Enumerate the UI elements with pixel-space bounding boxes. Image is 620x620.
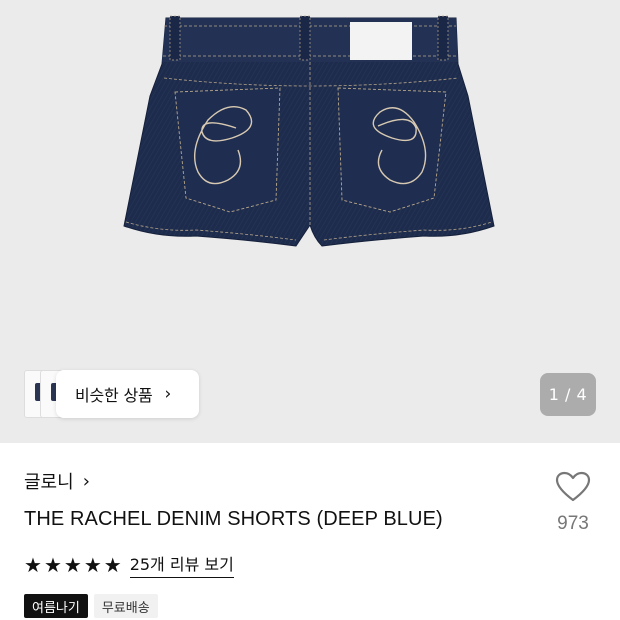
star-icon: ★ [24, 552, 42, 577]
brand-name: 글로니 [24, 472, 74, 493]
similar-products-label: 비슷한 상품 [75, 386, 153, 405]
brand-link[interactable]: 글로니 › [24, 468, 90, 494]
star-icon: ★ [43, 552, 62, 577]
product-tags: 여름나기 무료배송 [24, 594, 158, 618]
like-count: 973 [557, 513, 589, 534]
star-icon: ★ [83, 552, 102, 577]
chevron-right-icon: › [82, 470, 90, 492]
star-rating: ★ ★ ★ ★ ★ [24, 555, 122, 575]
star-icon: ★ [63, 552, 82, 577]
product-title: THE RACHEL DENIM SHORTS (DEEP BLUE) [24, 508, 443, 530]
star-icon: ★ [103, 552, 122, 577]
heart-icon [555, 471, 591, 502]
chevron-right-icon: › [164, 383, 172, 404]
view-reviews-link[interactable]: 25개 리뷰 보기 [129, 551, 234, 578]
similar-products-button[interactable]: 비슷한 상품 › [24, 370, 199, 418]
tag-badge: 무료배송 [93, 594, 158, 618]
like-button[interactable]: 973 [549, 471, 597, 535]
tag-badge: 여름나기 [24, 594, 88, 618]
image-page-counter: 1 / 4 [540, 373, 596, 416]
product-image-gallery[interactable]: 비슷한 상품 › 1 / 4 [0, 0, 620, 443]
similar-products-chip[interactable]: 비슷한 상품 › [56, 370, 199, 418]
rating-row: ★ ★ ★ ★ ★ 25개 리뷰 보기 [24, 551, 234, 578]
